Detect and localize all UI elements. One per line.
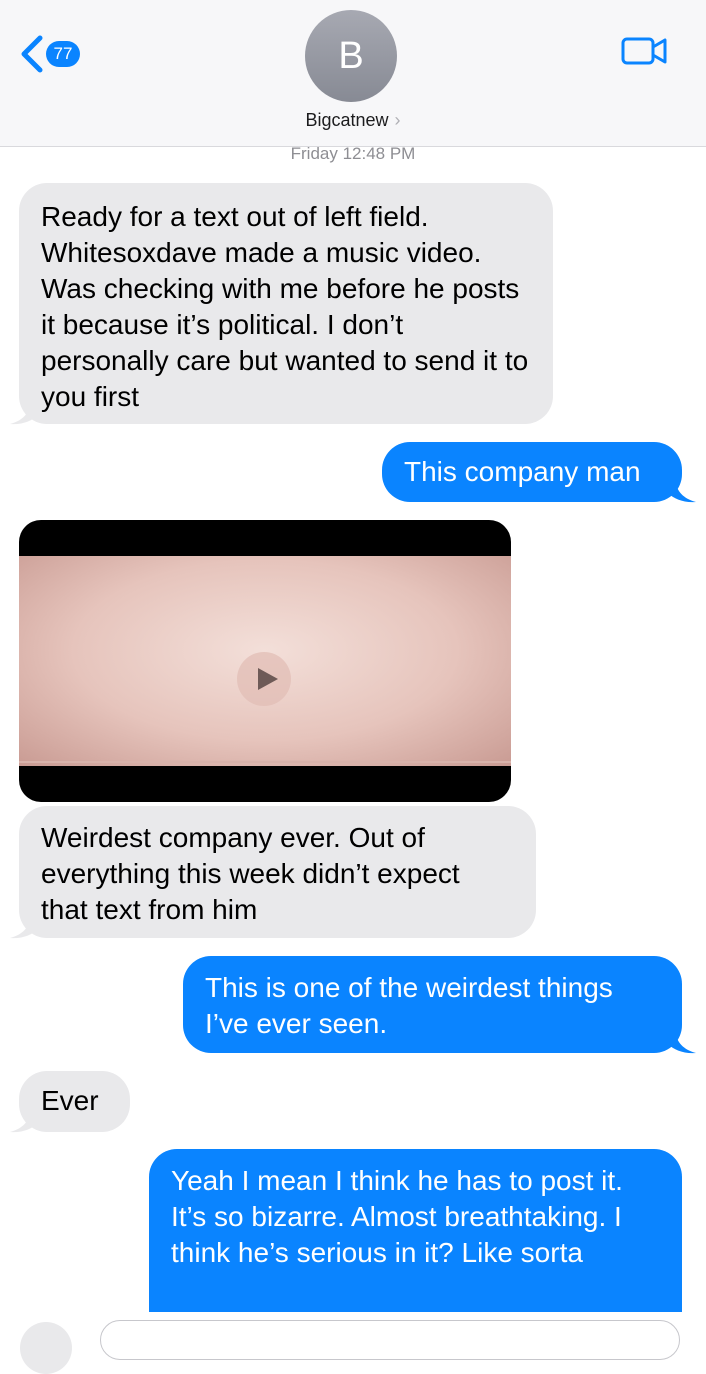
outgoing-message-bubble[interactable]: This is one of the weirdest things I’ve … <box>183 956 682 1053</box>
chevron-left-icon <box>21 35 43 73</box>
message-text: Yeah I mean I think he has to post it. I… <box>171 1165 623 1268</box>
apps-button[interactable] <box>20 1322 72 1374</box>
message-timestamp: Friday 12:48 PM <box>290 144 416 163</box>
bubble-tail <box>668 481 696 503</box>
contact-avatar[interactable]: B <box>305 10 397 102</box>
contact-name-button[interactable]: Bigcatnew › <box>0 110 706 131</box>
message-text: This is one of the weirdest things I’ve … <box>205 972 613 1039</box>
video-thumbnail <box>19 556 511 766</box>
incoming-message-bubble[interactable]: Ready for a text out of left field. Whit… <box>19 183 553 424</box>
video-attachment[interactable] <box>19 520 511 802</box>
compose-bar <box>0 1312 706 1374</box>
message-text: Ever <box>41 1085 99 1116</box>
bubble-tail <box>10 403 38 425</box>
outgoing-message-bubble[interactable]: Yeah I mean I think he has to post it. I… <box>149 1149 682 1314</box>
video-horizon-line <box>19 761 511 763</box>
video-camera-icon[interactable] <box>620 34 668 68</box>
bubble-tail <box>10 1111 38 1133</box>
incoming-message-bubble[interactable]: Weirdest company ever. Out of everything… <box>19 806 536 938</box>
message-text: Ready for a text out of left field. Whit… <box>41 201 529 412</box>
bubble-tail <box>668 1032 696 1054</box>
conversation-header: 77 B Bigcatnew › <box>0 0 706 147</box>
play-button[interactable] <box>237 652 291 706</box>
chevron-right-icon: › <box>394 110 401 130</box>
outgoing-message-bubble[interactable]: This company man <box>382 442 682 502</box>
contact-name: Bigcatnew <box>305 110 389 130</box>
message-text: This company man <box>404 456 641 487</box>
back-button[interactable]: 77 <box>18 34 80 74</box>
message-text: Weirdest company ever. Out of everything… <box>41 822 460 925</box>
bubble-tail <box>10 917 38 939</box>
play-icon <box>258 668 278 690</box>
message-input[interactable] <box>100 1320 680 1360</box>
unread-count-badge: 77 <box>46 41 80 67</box>
